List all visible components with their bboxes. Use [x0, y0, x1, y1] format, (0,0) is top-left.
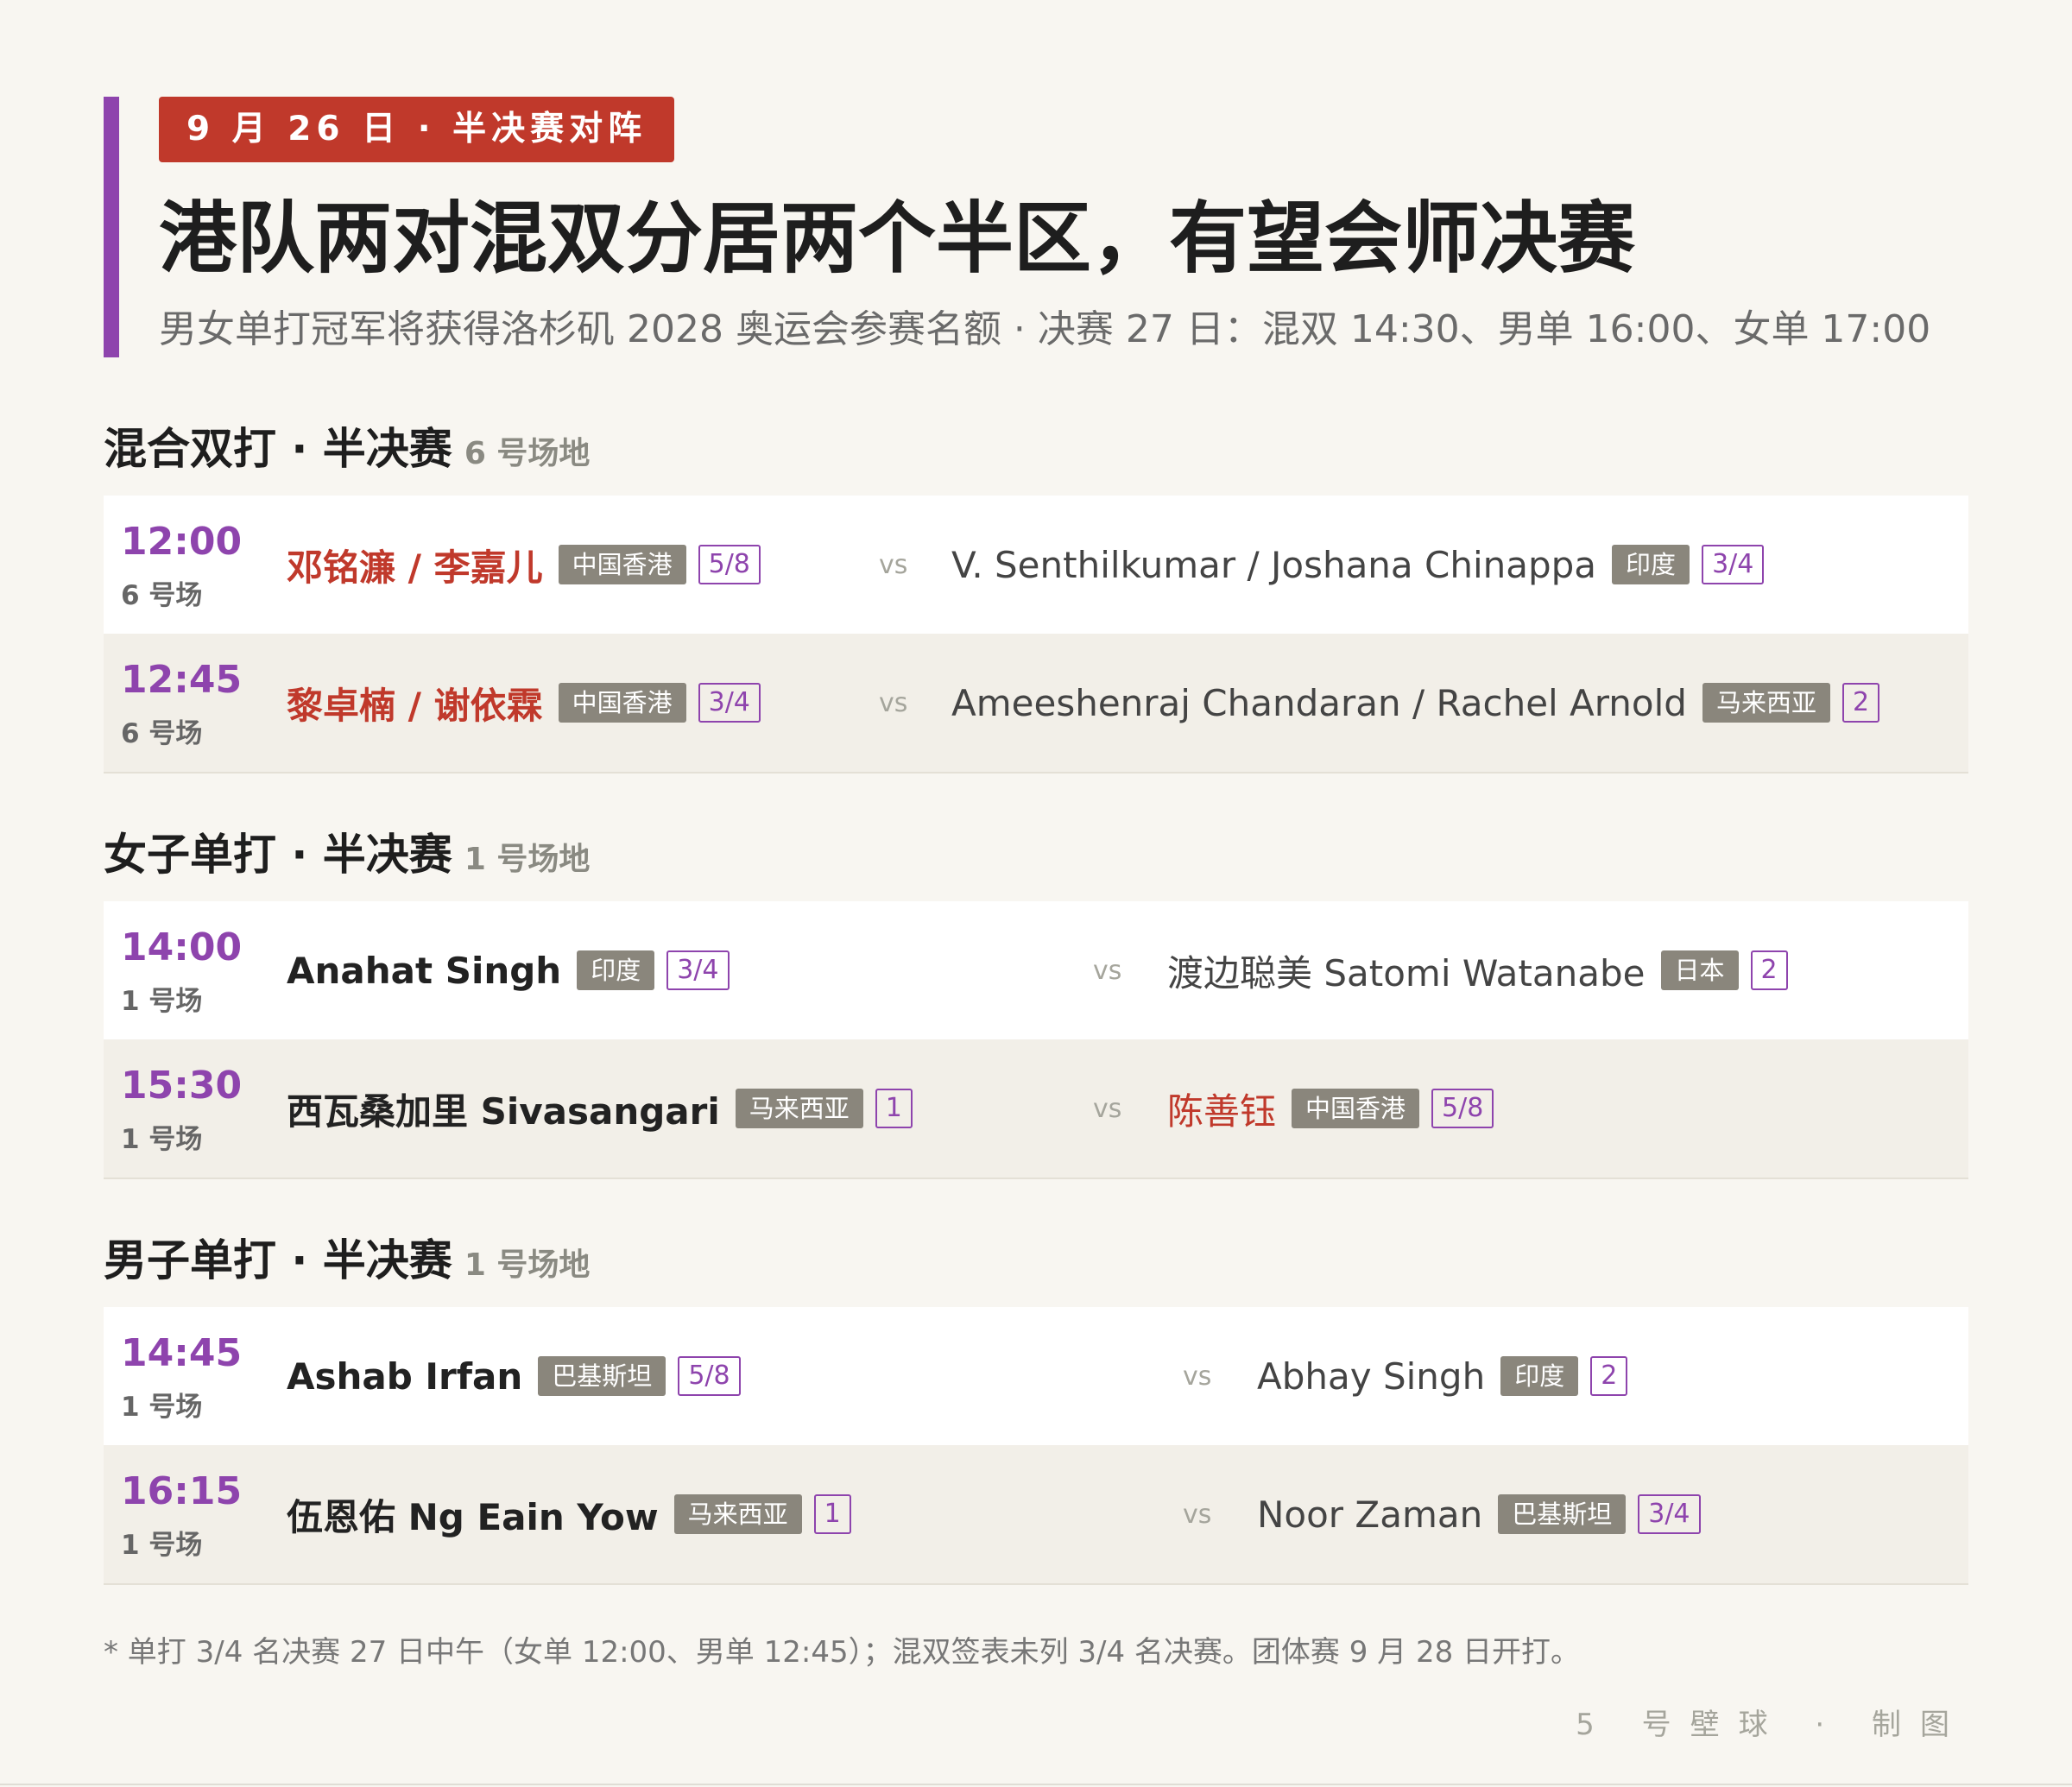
match-court: 1 号场	[121, 1530, 203, 1561]
match-time: 12:45	[121, 658, 243, 702]
header-accent-bar	[104, 97, 119, 357]
section-header-mixed-doubles: 混合双打 · 半决赛 6 号场地	[104, 414, 590, 477]
seed-badge: 3/4	[1702, 545, 1765, 584]
seed-badge: 5/8	[678, 1356, 741, 1396]
match-time: 16:15	[121, 1469, 243, 1513]
section-venue: 6 号场地	[464, 436, 591, 471]
player-name: 西瓦桑加里 Sivasangari	[287, 1089, 720, 1133]
match-row: 16:15 1 号场 伍恩佑 Ng Eain Yow 马来西亚 1 vs Noo…	[104, 1445, 1968, 1585]
page-subtitle: 男女单打冠军将获得洛杉矶 2028 奥运会参赛名额 · 决赛 27 日：混双 1…	[159, 307, 1931, 351]
player-name: 伍恩佑 Ng Eain Yow	[287, 1495, 659, 1538]
seed-badge: 3/4	[1638, 1494, 1701, 1534]
player-name: 邓铭濂 / 李嘉儿	[287, 546, 543, 589]
page: 9 月 26 日 · 半决赛对阵 港队两对混双分居两个半区，有望会师决赛 男女单…	[0, 0, 2072, 1787]
date-tag: 9 月 26 日 · 半决赛对阵	[159, 97, 675, 162]
vs-label: vs	[1183, 1361, 1212, 1392]
player-name: Ashab Irfan	[287, 1354, 523, 1398]
seed-badge: 3/4	[666, 950, 730, 990]
credit: 5 号壁球 · 制图	[1576, 1708, 1968, 1742]
seed-badge: 2	[1750, 950, 1788, 990]
player-two: Ameeshenraj Chandaran / Rachel Arnold 马来…	[951, 634, 1880, 772]
section-header-mens-singles: 男子单打 · 半决赛 1 号场地	[104, 1226, 590, 1288]
match-row: 15:30 1 号场 西瓦桑加里 Sivasangari 马来西亚 1 vs 陈…	[104, 1039, 1968, 1179]
match-court: 1 号场	[121, 1124, 203, 1155]
section-title: 女子单打 · 半决赛	[104, 830, 452, 880]
seed-badge: 5/8	[1431, 1089, 1494, 1128]
match-time: 12:00	[121, 520, 243, 564]
country-badge: 马来西亚	[673, 1494, 802, 1534]
player-two: Noor Zaman 巴基斯坦 3/4	[1257, 1445, 1701, 1583]
player-one: 伍恩佑 Ng Eain Yow 马来西亚 1	[287, 1445, 851, 1583]
section-venue: 1 号场地	[464, 1247, 591, 1283]
footnote: * 单打 3/4 名决赛 27 日中午（女单 12:00、男单 12:45）；混…	[104, 1635, 1581, 1670]
country-badge: 马来西亚	[1702, 683, 1830, 723]
section-venue: 1 号场地	[464, 842, 591, 877]
match-time: 14:45	[121, 1331, 243, 1375]
divider	[0, 1784, 2072, 1785]
section-header-womens-singles: 女子单打 · 半决赛 1 号场地	[104, 820, 590, 882]
vs-label: vs	[879, 549, 908, 580]
vs-label: vs	[1183, 1499, 1212, 1530]
seed-badge: 1	[813, 1494, 851, 1534]
player-name: 渡边聪美 Satomi Watanabe	[1167, 951, 1646, 995]
player-name: 黎卓楠 / 谢依霖	[287, 684, 543, 727]
player-two: 渡边聪美 Satomi Watanabe 日本 2	[1167, 901, 1788, 1039]
country-badge: 印度	[1500, 1356, 1579, 1396]
match-row: 12:45 6 号场 黎卓楠 / 谢依霖 中国香港 3/4 vs Ameeshe…	[104, 634, 1968, 774]
seed-badge: 2	[1590, 1356, 1628, 1396]
seed-badge: 1	[875, 1089, 913, 1128]
seed-badge: 5/8	[698, 545, 761, 584]
match-court: 1 号场	[121, 1392, 203, 1423]
vs-label: vs	[1093, 1093, 1122, 1124]
player-one: 邓铭濂 / 李嘉儿 中国香港 5/8	[287, 496, 761, 634]
player-one: 黎卓楠 / 谢依霖 中国香港 3/4	[287, 634, 761, 772]
country-badge: 巴基斯坦	[1498, 1494, 1627, 1534]
seed-badge: 3/4	[698, 683, 761, 723]
player-two: Abhay Singh 印度 2	[1257, 1307, 1628, 1445]
player-name: Anahat Singh	[287, 949, 562, 992]
player-name: Noor Zaman	[1257, 1493, 1483, 1536]
player-name: V. Senthilkumar / Joshana Chinappa	[951, 543, 1597, 586]
vs-label: vs	[879, 687, 908, 718]
match-row: 14:45 1 号场 Ashab Irfan 巴基斯坦 5/8 vs Abhay…	[104, 1307, 1968, 1447]
country-badge: 中国香港	[1292, 1089, 1420, 1128]
country-badge: 马来西亚	[735, 1089, 863, 1128]
country-badge: 中国香港	[558, 545, 686, 584]
match-court: 6 号场	[121, 580, 203, 611]
match-court: 1 号场	[121, 986, 203, 1017]
player-two: V. Senthilkumar / Joshana Chinappa 印度 3/…	[951, 496, 1765, 634]
seed-badge: 2	[1841, 683, 1880, 723]
player-one: 西瓦桑加里 Sivasangari 马来西亚 1	[287, 1039, 913, 1178]
match-row: 12:00 6 号场 邓铭濂 / 李嘉儿 中国香港 5/8 vs V. Sent…	[104, 496, 1968, 635]
match-time: 14:00	[121, 925, 243, 969]
player-name: Abhay Singh	[1257, 1354, 1486, 1398]
player-name: Ameeshenraj Chandaran / Rachel Arnold	[951, 681, 1687, 724]
match-row: 14:00 1 号场 Anahat Singh 印度 3/4 vs 渡边聪美 S…	[104, 901, 1968, 1041]
section-title: 男子单打 · 半决赛	[104, 1235, 452, 1285]
match-time: 15:30	[121, 1064, 243, 1108]
section-title: 混合双打 · 半决赛	[104, 424, 452, 474]
country-badge: 巴基斯坦	[538, 1356, 666, 1396]
vs-label: vs	[1093, 955, 1122, 986]
page-title: 港队两对混双分居两个半区，有望会师决赛	[159, 193, 1635, 284]
country-badge: 印度	[1612, 545, 1690, 584]
player-name: 陈善钰	[1167, 1089, 1277, 1133]
player-one: Anahat Singh 印度 3/4	[287, 901, 730, 1039]
match-court: 6 号场	[121, 718, 203, 749]
header: 9 月 26 日 · 半决赛对阵 港队两对混双分居两个半区，有望会师决赛 男女单…	[104, 97, 1968, 357]
player-two: 陈善钰 中国香港 5/8	[1167, 1039, 1494, 1178]
country-badge: 日本	[1660, 950, 1739, 990]
country-badge: 印度	[577, 950, 655, 990]
country-badge: 中国香港	[558, 683, 686, 723]
player-one: Ashab Irfan 巴基斯坦 5/8	[287, 1307, 741, 1445]
